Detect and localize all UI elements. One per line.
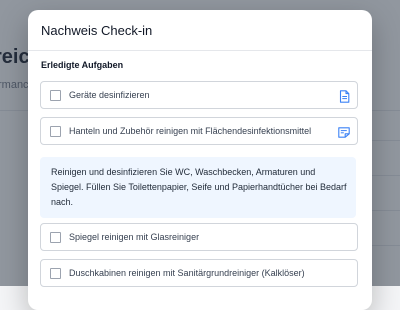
section-title: Erledigte Aufgaben (41, 60, 124, 70)
task-label: Geräte desinfizieren (69, 90, 150, 100)
task-item[interactable]: Hanteln und Zubehör reinigen mit Flächen… (40, 117, 358, 145)
checkin-modal: Nachweis Check-in Erledigte Aufgaben Ger… (28, 10, 372, 310)
task-checkbox[interactable] (50, 125, 61, 137)
task-label: Spiegel reinigen mit Glasreiniger (69, 232, 200, 242)
task-note-text: Reinigen und desinfizieren Sie WC, Wasch… (51, 167, 347, 207)
task-checkbox[interactable] (50, 267, 61, 279)
note-icon[interactable] (337, 125, 351, 139)
task-checkbox[interactable] (50, 89, 61, 101)
task-note: Reinigen und desinfizieren Sie WC, Wasch… (40, 157, 356, 218)
task-item[interactable]: Geräte desinfizieren (40, 81, 358, 109)
task-checkbox[interactable] (50, 231, 61, 243)
task-label: Duschkabinen reinigen mit Sanitärgrundre… (69, 268, 305, 278)
task-label: Hanteln und Zubehör reinigen mit Flächen… (69, 126, 312, 136)
modal-title: Nachweis Check-in (41, 22, 153, 38)
task-item[interactable]: Spiegel reinigen mit Glasreiniger (40, 223, 358, 251)
task-item[interactable]: Duschkabinen reinigen mit Sanitärgrundre… (40, 259, 358, 287)
document-icon[interactable] (337, 89, 351, 103)
modal-header: Nachweis Check-in (28, 10, 372, 51)
